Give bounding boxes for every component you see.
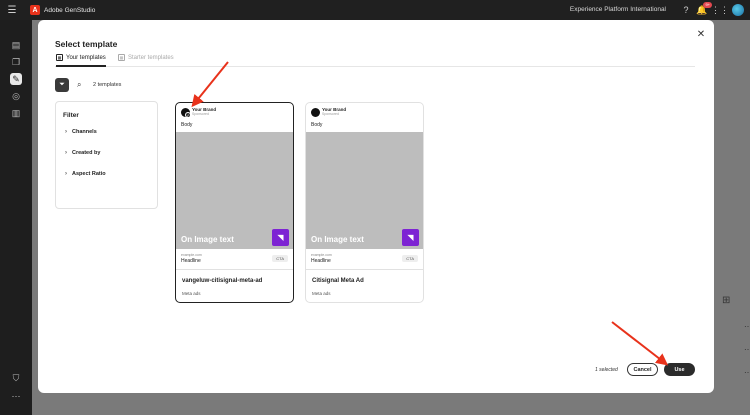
tab-divider (55, 66, 695, 67)
ad-url: example.com (311, 253, 332, 257)
card-divider (306, 269, 423, 270)
template-name: vangeluw-citisignal-meta-ad (182, 278, 263, 284)
close-icon[interactable]: ✕ (695, 28, 707, 40)
insights-icon[interactable]: ▥ (10, 107, 22, 119)
tab-label: Your templates (66, 54, 106, 61)
brand-logo (311, 108, 320, 117)
brands-icon[interactable]: ◎ (10, 90, 22, 102)
ad-image-placeholder: On Image text ◥ (176, 132, 293, 249)
ad-headline: Headline (181, 258, 201, 264)
filter-channels[interactable]: › Channels (65, 129, 97, 135)
template-channel: Meta ads (182, 291, 201, 296)
brand-mark-icon: ◥ (402, 229, 419, 246)
cancel-button[interactable]: Cancel (627, 363, 658, 376)
brand-mark-icon: ◥ (272, 229, 289, 246)
body-text: Body (181, 122, 193, 128)
body-text: Body (311, 122, 323, 128)
ad-image-placeholder: On Image text ◥ (306, 132, 423, 249)
home-icon[interactable]: ▤ (10, 39, 22, 51)
template-name: Citisignal Meta Ad (312, 278, 364, 284)
template-icon: ▦ (56, 54, 63, 61)
ad-url: example.com (181, 253, 202, 257)
avatar[interactable] (732, 4, 744, 16)
template-channel: Meta ads (312, 291, 331, 296)
shield-icon[interactable]: ⛉ (10, 372, 22, 384)
select-template-dialog: ✕ Select template ▦ Your templates ▦ Sta… (38, 20, 714, 393)
chevron-right-icon: › (65, 171, 67, 177)
ad-cta: CTA (402, 255, 418, 262)
card-divider (176, 269, 293, 270)
app-title: Adobe GenStudio (44, 6, 96, 14)
filter-label: Aspect Ratio (72, 171, 106, 177)
filter-title: Filter (63, 112, 79, 119)
template-count: 2 templates (93, 82, 122, 88)
row-more-icon: ⋯ (744, 322, 750, 331)
template-card[interactable]: ✓ Your Brand Sponsored Body On Image tex… (175, 102, 294, 303)
filter-toggle-button[interactable]: ⏷ (55, 78, 69, 92)
sponsored-label: Sponsored (192, 112, 209, 116)
tab-label: Starter templates (128, 54, 174, 61)
filter-aspect-ratio[interactable]: › Aspect Ratio (65, 171, 106, 177)
top-bar: ☰ A Adobe GenStudio Experience Platform … (0, 0, 750, 20)
selected-count: 1 selected (595, 367, 618, 373)
apps-grid-icon[interactable]: ⋮⋮ (711, 4, 729, 16)
dialog-title: Select template (55, 39, 118, 49)
filter-label: Created by (72, 150, 101, 156)
help-icon[interactable]: ? (680, 4, 692, 16)
filter-created-by[interactable]: › Created by (65, 150, 100, 156)
tab-starter-templates[interactable]: ▦ Starter templates (118, 54, 174, 61)
chevron-right-icon: › (65, 150, 67, 156)
bell-icon[interactable]: 🔔 9+ (696, 2, 712, 16)
row-more-icon: ⋯ (744, 345, 750, 354)
chevron-right-icon: › (65, 129, 67, 135)
create-icon[interactable]: ✎ (10, 73, 22, 85)
search-icon[interactable]: ⌕ (77, 80, 81, 90)
active-tab-indicator (56, 65, 106, 67)
filter-label: Channels (72, 129, 97, 135)
use-button[interactable]: Use (664, 363, 695, 376)
row-more-icon: ⋯ (744, 368, 750, 377)
on-image-text: On Image text (181, 235, 234, 244)
org-switcher[interactable]: Experience Platform International (570, 6, 666, 13)
adobe-logo-icon: A (30, 5, 40, 15)
ad-cta: CTA (272, 255, 288, 262)
sponsored-label: Sponsored (322, 112, 339, 116)
ad-headline: Headline (311, 258, 331, 264)
more-icon[interactable]: ⋯ (10, 390, 22, 402)
left-rail: ▤ ❐ ✎ ◎ ▥ ⛉ ⋯ (0, 20, 32, 415)
grid-view-icon: ⊞ (722, 295, 731, 306)
checkmark-icon: ✓ (185, 112, 191, 118)
tab-your-templates[interactable]: ▦ Your templates (56, 54, 106, 61)
on-image-text: On Image text (311, 235, 364, 244)
hamburger-menu-icon[interactable]: ☰ (0, 0, 24, 20)
filter-panel: Filter › Channels › Created by › Aspect … (55, 101, 158, 209)
template-card[interactable]: Your Brand Sponsored Body On Image text … (305, 102, 424, 303)
assets-icon[interactable]: ❐ (10, 56, 22, 68)
template-icon: ▦ (118, 54, 125, 61)
